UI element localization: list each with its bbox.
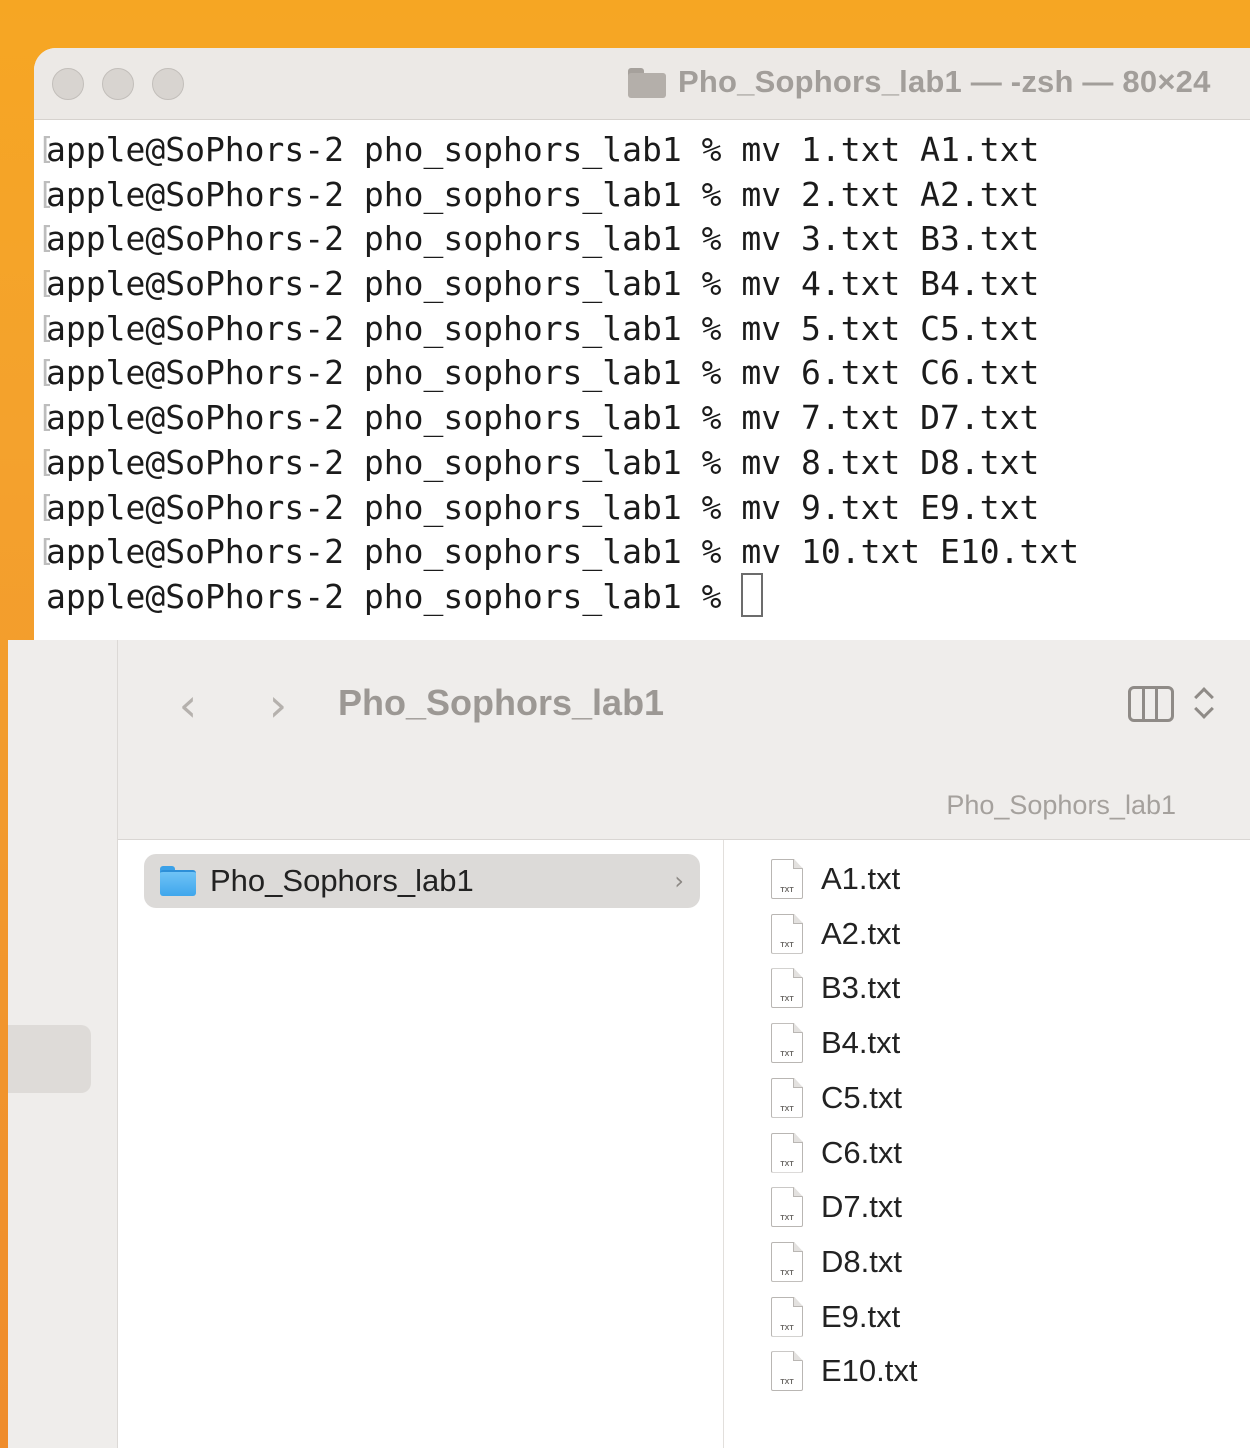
txt-file-icon: TXT xyxy=(771,1241,803,1282)
list-item[interactable]: TXT A1.txt xyxy=(771,852,900,906)
forward-button[interactable]: › xyxy=(258,678,298,732)
txt-file-icon: TXT xyxy=(771,1132,803,1173)
file-name: E10.txt xyxy=(821,1353,918,1389)
column-2-file-list: TXT A1.txt TXT A2.txt TXT B3.txt TXT B4.… xyxy=(725,840,1250,1448)
terminal-title: Pho_Sophors_lab1 — -zsh — 80×24 xyxy=(678,64,1211,99)
txt-file-icon: TXT xyxy=(771,859,803,899)
terminal-prompt: apple@SoPhors-2 pho_sophors_lab1 % xyxy=(46,576,742,616)
terminal-line: [apple@SoPhors-2 pho_sophors_lab1 % mv 4… xyxy=(37,264,1040,304)
folder-row-label: Pho_Sophors_lab1 xyxy=(210,863,474,898)
terminal-line: [apple@SoPhors-2 pho_sophors_lab1 % mv 6… xyxy=(37,353,1040,393)
chevron-right-icon: › xyxy=(674,867,684,895)
file-name: C5.txt xyxy=(821,1079,902,1115)
file-name: B3.txt xyxy=(821,970,901,1006)
file-name: A2.txt xyxy=(821,915,901,951)
minimize-window-button[interactable] xyxy=(102,68,134,100)
terminal-output[interactable]: [apple@SoPhors-2 pho_sophors_lab1 % mv 1… xyxy=(34,122,1250,640)
txt-file-icon: TXT xyxy=(771,913,803,954)
txt-file-icon: TXT xyxy=(771,1187,803,1228)
terminal-line: [apple@SoPhors-2 pho_sophors_lab1 % mv 1… xyxy=(37,130,1040,169)
list-item[interactable]: TXT C6.txt xyxy=(771,1126,902,1180)
finder-sidebar xyxy=(8,640,118,1448)
file-name: E9.txt xyxy=(821,1298,901,1334)
terminal-window: Pho_Sophors_lab1 — -zsh — 80×24 [apple@S… xyxy=(34,48,1250,640)
txt-file-icon: TXT xyxy=(771,968,803,1009)
column-view-icon[interactable] xyxy=(1128,686,1174,722)
txt-file-icon: TXT xyxy=(771,1077,803,1118)
chevron-updown-icon[interactable] xyxy=(1192,682,1216,724)
folder-row-selected[interactable]: Pho_Sophors_lab1 › xyxy=(144,854,700,908)
terminal-line: [apple@SoPhors-2 pho_sophors_lab1 % mv 5… xyxy=(37,308,1040,348)
close-window-button[interactable] xyxy=(52,68,84,100)
file-name: D7.txt xyxy=(821,1189,902,1225)
folder-icon xyxy=(628,66,666,98)
zoom-window-button[interactable] xyxy=(152,68,184,100)
sidebar-selected-item[interactable] xyxy=(8,1025,91,1093)
terminal-line: [apple@SoPhors-2 pho_sophors_lab1 % mv 1… xyxy=(37,532,1080,572)
file-name: D8.txt xyxy=(821,1243,902,1279)
terminal-prompt-line[interactable]: apple@SoPhors-2 pho_sophors_lab1 % xyxy=(46,573,1250,620)
terminal-line: [apple@SoPhors-2 pho_sophors_lab1 % mv 2… xyxy=(37,174,1040,214)
list-item[interactable]: TXT D8.txt xyxy=(771,1235,902,1289)
terminal-line: [apple@SoPhors-2 pho_sophors_lab1 % mv 8… xyxy=(37,442,1040,482)
file-name: A1.txt xyxy=(821,861,901,896)
list-item[interactable]: TXT E9.txt xyxy=(771,1290,900,1344)
blue-folder-icon xyxy=(160,866,196,896)
terminal-title-group: Pho_Sophors_lab1 — -zsh — 80×24 xyxy=(628,64,1211,100)
file-name: B4.txt xyxy=(821,1025,901,1061)
list-item[interactable]: TXT B3.txt xyxy=(771,961,900,1015)
finder-title: Pho_Sophors_lab1 xyxy=(338,682,665,723)
terminal-cursor xyxy=(741,573,764,618)
finder-window: ‹ › Pho_Sophors_lab1 Pho_Sophors_lab1 Ph… xyxy=(8,640,1250,1448)
terminal-line: [apple@SoPhors-2 pho_sophors_lab1 % mv 9… xyxy=(37,487,1040,527)
list-item[interactable]: TXT E10.txt xyxy=(771,1344,918,1398)
list-item[interactable]: TXT A2.txt xyxy=(771,907,900,961)
terminal-titlebar[interactable]: Pho_Sophors_lab1 — -zsh — 80×24 xyxy=(34,48,1250,120)
txt-file-icon: TXT xyxy=(771,1351,803,1392)
back-button[interactable]: ‹ xyxy=(168,678,208,732)
list-item[interactable]: TXT D7.txt xyxy=(771,1180,902,1234)
terminal-line: [apple@SoPhors-2 pho_sophors_lab1 % mv 7… xyxy=(37,398,1040,438)
txt-file-icon: TXT xyxy=(771,1296,803,1337)
list-item[interactable]: TXT B4.txt xyxy=(771,1016,900,1070)
path-label: Pho_Sophors_lab1 xyxy=(946,790,1176,820)
finder-toolbar: ‹ › Pho_Sophors_lab1 Pho_Sophors_lab1 xyxy=(118,640,1250,840)
txt-file-icon: TXT xyxy=(771,1023,803,1064)
terminal-line: [apple@SoPhors-2 pho_sophors_lab1 % mv 3… xyxy=(37,219,1040,259)
column-1: Pho_Sophors_lab1 › xyxy=(118,840,724,1448)
file-name: C6.txt xyxy=(821,1134,902,1170)
list-item[interactable]: TXT C5.txt xyxy=(771,1071,902,1125)
